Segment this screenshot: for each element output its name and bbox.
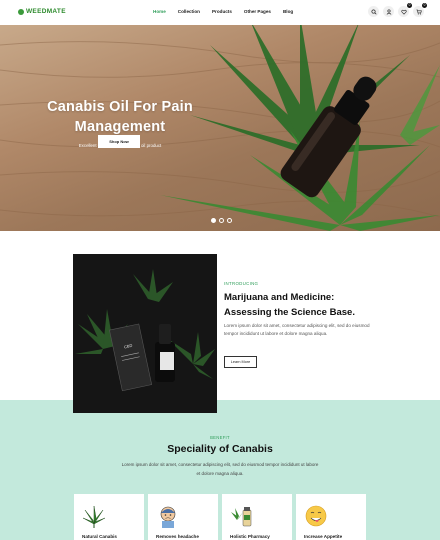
benefit-title: Speciality of Canabis <box>167 443 273 455</box>
slider-dot-3[interactable] <box>227 218 232 223</box>
main-nav: Home Collection Products Other Pages Blo… <box>153 9 305 14</box>
pharmacy-icon <box>231 507 252 527</box>
benefit-card-holistic-pharmacy[interactable]: Holistic Pharmacy <box>222 494 292 540</box>
nav-other-pages[interactable]: Other Pages <box>244 9 271 14</box>
appetite-icon <box>305 505 327 527</box>
nav-collection[interactable]: Collection <box>178 9 200 14</box>
benefit-card-natural-canabis[interactable]: Natural Canabis <box>74 494 144 540</box>
benefit-kicker: BENEFIT <box>210 435 230 440</box>
hero-slider: Canabis Oil For Pain Management Excellen… <box>0 25 440 231</box>
intro-kicker: INTRODUCING <box>224 281 259 286</box>
benefit-card-label: Natural Canabis <box>82 534 117 539</box>
nav-home[interactable]: Home <box>153 9 166 14</box>
cannabis-leaf-icon <box>82 505 106 528</box>
heart-icon <box>400 9 407 15</box>
cart-icon <box>415 9 422 14</box>
nav-products[interactable]: Products <box>212 9 232 14</box>
site-header: WEEDMATE Home Collection Products Other … <box>0 0 440 25</box>
cart-count-badge: 0 <box>422 3 427 8</box>
hero-title: Canabis Oil For Pain Management <box>47 99 193 135</box>
wishlist-count-badge: 0 <box>407 3 412 8</box>
benefit-card-label: Increase Appetite <box>304 534 343 539</box>
benefit-card-label: Removes headache <box>156 534 199 539</box>
learn-more-button[interactable]: Learn More <box>224 356 257 368</box>
cart-button[interactable]: 0 <box>413 3 427 17</box>
logo[interactable]: WEEDMATE <box>18 8 66 15</box>
benefit-card-removes-headache[interactable]: Removes headache <box>148 494 218 540</box>
nav-blog[interactable]: Blog <box>283 9 293 14</box>
search-icon <box>370 8 377 15</box>
slider-dots <box>211 218 232 223</box>
shop-now-button[interactable]: Shop Now <box>98 135 140 148</box>
headache-icon <box>160 506 176 528</box>
user-icon <box>386 8 391 15</box>
wishlist-button[interactable]: 0 <box>398 3 412 17</box>
product-photo: CBD <box>73 254 217 413</box>
logo-leaf-icon <box>18 8 24 15</box>
intro-text: Lorem ipsum dolor sit amet, consectetur … <box>224 323 370 337</box>
intro-title: Marijuana and Medicine: Assessing the Sc… <box>224 292 355 318</box>
account-button[interactable] <box>383 6 394 17</box>
logo-text: WEEDMATE <box>26 8 66 15</box>
slider-dot-2[interactable] <box>219 218 224 223</box>
benefit-text: Lorem ipsum dolor sit amet, consectetur … <box>121 462 319 476</box>
slider-dot-1[interactable] <box>211 218 216 223</box>
benefit-card-increase-appetite[interactable]: Increase Appetite <box>296 494 366 540</box>
header-actions: 0 0 <box>368 3 427 17</box>
search-button[interactable] <box>368 6 379 17</box>
intro-product-image: CBD <box>73 254 217 413</box>
benefit-card-label: Holistic Pharmacy <box>230 534 270 539</box>
